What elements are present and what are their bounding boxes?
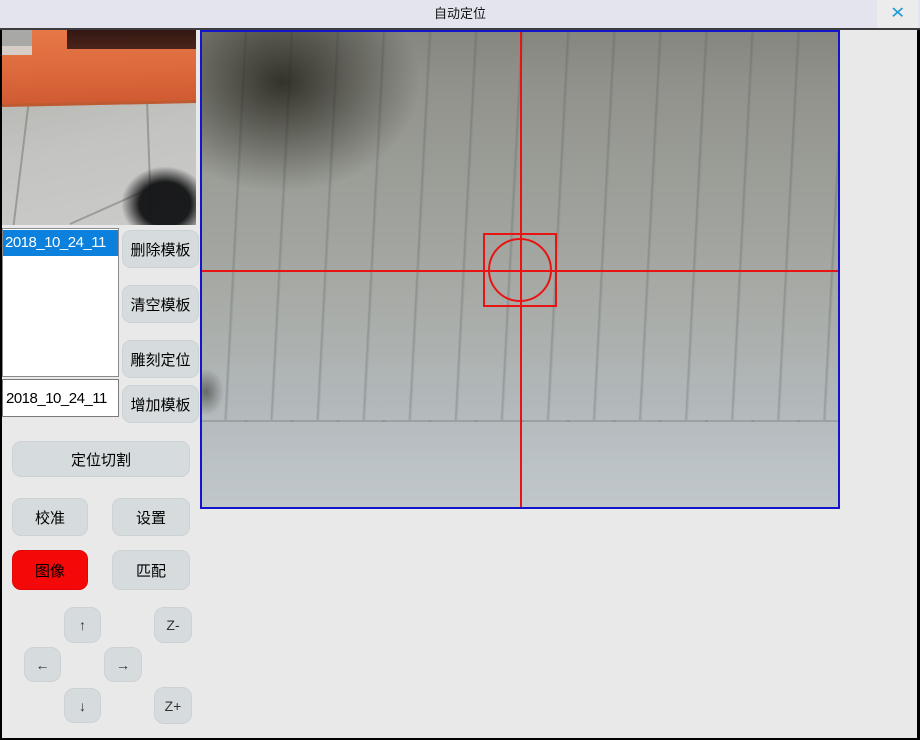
engrave-position-button[interactable]: 雕刻定位 xyxy=(122,340,199,378)
template-thumbnail xyxy=(2,30,196,225)
template-list[interactable]: 2018_10_24_11 xyxy=(2,228,119,377)
thumbnail-tile-line xyxy=(12,102,29,225)
window-titlebar: 自动定位 ✕ xyxy=(0,0,920,28)
add-template-button[interactable]: 增加模板 xyxy=(122,385,199,423)
window-title: 自动定位 xyxy=(0,0,920,28)
jog-z-minus-button[interactable]: Z- xyxy=(154,607,192,643)
thumbnail-gray-block xyxy=(2,30,32,46)
delete-template-button[interactable]: 删除模板 xyxy=(122,230,199,268)
clear-templates-button[interactable]: 清空模板 xyxy=(122,285,199,323)
jog-right-button[interactable]: → xyxy=(104,647,142,682)
template-name-input[interactable] xyxy=(2,379,119,417)
close-icon[interactable]: ✕ xyxy=(890,6,905,22)
jog-up-button[interactable]: ↑ xyxy=(64,607,101,643)
target-box xyxy=(483,233,557,307)
thumbnail-dark-object xyxy=(122,167,196,225)
camera-dark-spot xyxy=(200,368,224,416)
close-button[interactable]: ✕ xyxy=(877,0,918,28)
jog-z-plus-button[interactable]: Z+ xyxy=(154,687,192,724)
position-cut-button[interactable]: 定位切割 xyxy=(12,441,190,477)
template-list-item[interactable]: 2018_10_24_11 xyxy=(3,230,118,256)
calibrate-button[interactable]: 校准 xyxy=(12,498,88,536)
thumbnail-light-strip xyxy=(2,46,32,55)
match-button[interactable]: 匹配 xyxy=(112,550,190,590)
dialog-body: 2018_10_24_11 删除模板 清空模板 雕刻定位 增加模板 定位切割 校… xyxy=(2,30,917,738)
jog-left-button[interactable]: ← xyxy=(24,647,61,682)
thumbnail-dark-bar xyxy=(67,30,196,49)
camera-view[interactable] xyxy=(200,30,840,509)
target-circle xyxy=(488,238,552,302)
image-button[interactable]: 图像 xyxy=(12,550,88,590)
camera-vignette xyxy=(200,30,432,202)
jog-down-button[interactable]: ↓ xyxy=(64,688,101,723)
settings-button[interactable]: 设置 xyxy=(112,498,190,536)
